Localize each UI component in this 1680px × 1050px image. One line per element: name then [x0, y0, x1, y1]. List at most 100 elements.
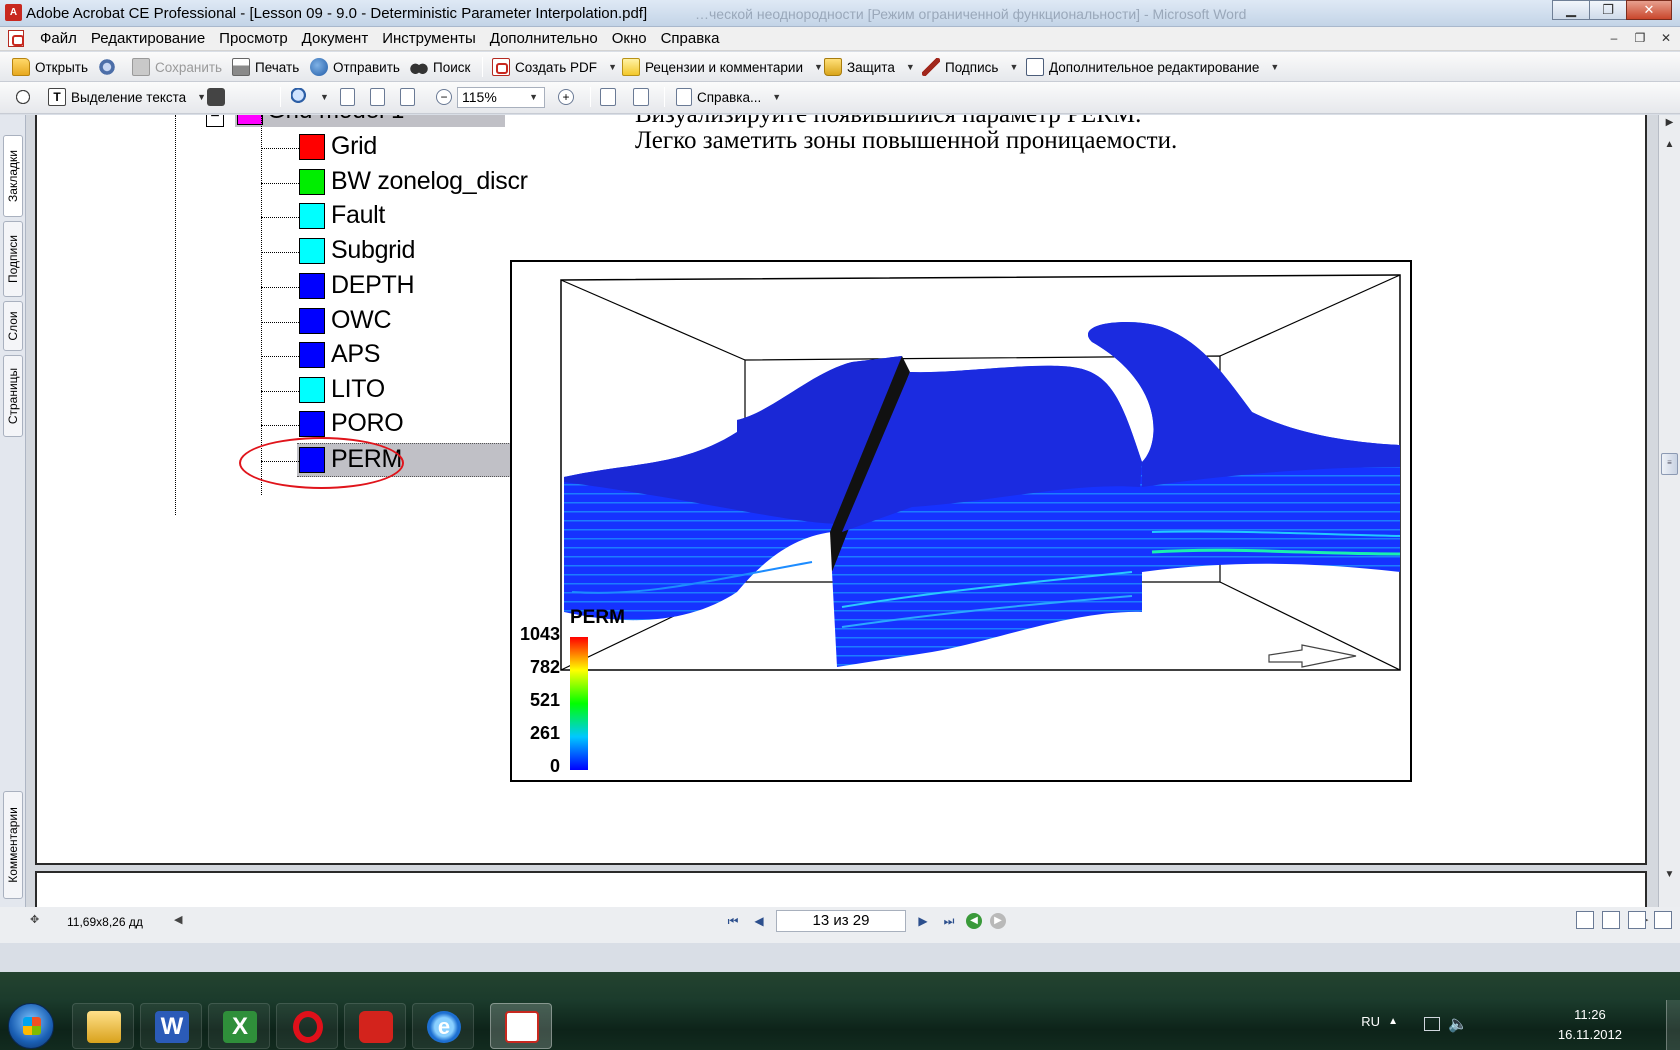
continuous-facing-icon[interactable]	[1654, 911, 1672, 929]
taskbar-pdf-tool[interactable]	[344, 1003, 406, 1049]
expand-icon[interactable]: ✥	[30, 913, 39, 926]
dropdown-arrow-icon[interactable]: ▼	[608, 62, 617, 72]
previous-page-icon[interactable]: ◀	[750, 912, 768, 930]
page-number-field[interactable]: 13 из 29	[776, 910, 906, 932]
dropdown-arrow-icon[interactable]: ▼	[906, 62, 915, 72]
menu-file[interactable]: Файл	[33, 31, 84, 47]
dropdown-arrow-icon[interactable]: ▼	[529, 88, 538, 107]
network-icon[interactable]	[1424, 1017, 1440, 1031]
menu-tools[interactable]: Инструменты	[375, 31, 483, 47]
organizer-button[interactable]	[98, 57, 116, 77]
menu-help[interactable]: Справка	[654, 31, 727, 47]
minimize-button[interactable]: ▁	[1552, 0, 1590, 20]
send-button[interactable]: Отправить	[310, 57, 400, 77]
menu-document[interactable]: Документ	[295, 31, 376, 47]
document-window-controls: – ❐ ✕	[1604, 29, 1676, 47]
zoom-in-button[interactable]: +	[558, 87, 574, 107]
show-hidden-icons-icon[interactable]: ▲	[1388, 1016, 1398, 1027]
dropdown-arrow-icon[interactable]: ▼	[772, 92, 781, 102]
tab-signatures[interactable]: Подписи	[3, 221, 23, 297]
taskbar-explorer[interactable]	[72, 1003, 134, 1049]
taskbar-internet-explorer[interactable]: e	[412, 1003, 474, 1049]
restore-button[interactable]: ❐	[1589, 0, 1627, 20]
menu-window[interactable]: Окно	[605, 31, 654, 47]
next-pdf-page[interactable]	[35, 871, 1647, 907]
dropdown-arrow-icon[interactable]: ▼	[1009, 62, 1018, 72]
sign-button[interactable]: Подпись ▼	[922, 57, 1018, 77]
zoom-tool-button[interactable]: ▼	[291, 87, 329, 107]
menu-advanced[interactable]: Дополнительно	[483, 31, 605, 47]
show-desktop-button[interactable]	[1666, 1000, 1680, 1050]
advanced-edit-icon	[1026, 58, 1044, 76]
pen-icon	[922, 58, 940, 76]
facing-page-icon[interactable]	[1628, 911, 1646, 929]
navigation-panel: Закладки Подписи Слои Страницы Комментар…	[0, 115, 26, 907]
advanced-edit-button[interactable]: Дополнительное редактирование ▼	[1026, 57, 1279, 77]
help-list-icon	[676, 88, 692, 106]
taskbar-acrobat[interactable]	[490, 1003, 552, 1049]
open-button[interactable]: Открыть	[12, 57, 88, 77]
next-page-icon[interactable]: ▶	[914, 912, 932, 930]
back-icon[interactable]: ◀	[966, 913, 982, 929]
dropdown-arrow-icon[interactable]: ▼	[197, 92, 206, 102]
document-icon[interactable]	[8, 30, 24, 47]
doc-close-button[interactable]: ✕	[1656, 29, 1676, 47]
collapse-icon[interactable]: −	[206, 115, 224, 127]
scroll-down-icon[interactable]: ▼	[1660, 869, 1679, 887]
menu-view[interactable]: Просмотр	[212, 31, 295, 47]
menu-bar: Файл Редактирование Просмотр Документ Ин…	[0, 27, 1680, 51]
doc-restore-button[interactable]: ❐	[1630, 29, 1650, 47]
toolbar-separator	[590, 87, 591, 107]
hand-tool-button[interactable]	[14, 87, 32, 107]
vertical-scrollbar[interactable]: ▶ ▲ ≡ ▼	[1658, 115, 1680, 907]
continuous-page-icon[interactable]	[1602, 911, 1620, 929]
review-comment-button[interactable]: Рецензии и комментарии ▼	[622, 57, 823, 77]
adobe-acrobat-icon[interactable]: A	[5, 4, 22, 21]
search-button[interactable]: Поиск	[410, 57, 470, 77]
fit-page-button[interactable]	[370, 87, 385, 107]
menu-edit[interactable]: Редактирование	[84, 31, 212, 47]
single-page-icon[interactable]	[1576, 911, 1594, 929]
snapshot-button[interactable]	[207, 87, 225, 107]
select-text-button[interactable]: T Выделение текста ▼	[48, 87, 206, 107]
print-button[interactable]: Печать	[232, 57, 299, 77]
last-page-icon[interactable]: ⏭	[940, 912, 958, 930]
split-arrow-icon[interactable]: ▶	[1660, 117, 1679, 135]
pages-button[interactable]	[633, 87, 649, 107]
dropdown-arrow-icon[interactable]: ▼	[814, 62, 823, 72]
zoom-level-field[interactable]: 115% ▼	[457, 87, 545, 108]
legend-title: PERM	[570, 607, 625, 628]
scroll-left-icon[interactable]: ◀	[174, 913, 182, 926]
taskbar-word[interactable]: W	[140, 1003, 202, 1049]
rotate-button[interactable]	[600, 87, 616, 107]
doc-minimize-button[interactable]: –	[1604, 29, 1624, 47]
start-button[interactable]	[8, 1003, 54, 1049]
document-viewport: − Grid model 1 Grid BW zonelog_discr Fau…	[26, 115, 1658, 907]
language-indicator[interactable]: RU	[1361, 1014, 1380, 1029]
forward-icon[interactable]: ▶	[990, 913, 1006, 929]
dropdown-arrow-icon[interactable]: ▼	[1270, 62, 1279, 72]
tab-comments[interactable]: Комментарии	[3, 791, 23, 899]
select-text-label: Выделение текста	[71, 89, 187, 105]
dropdown-arrow-icon[interactable]: ▼	[320, 92, 329, 102]
first-page-icon[interactable]: ⏮	[724, 912, 742, 930]
actual-size-button[interactable]	[340, 87, 355, 107]
pdf-page[interactable]: − Grid model 1 Grid BW zonelog_discr Fau…	[35, 115, 1647, 865]
zoom-level-value: 115%	[462, 89, 497, 105]
tab-layers[interactable]: Слои	[3, 301, 23, 351]
protect-button[interactable]: Защита ▼	[824, 57, 915, 77]
system-clock[interactable]: 11:26 16.11.2012	[1558, 1005, 1622, 1045]
scroll-thumb[interactable]: ≡	[1661, 453, 1678, 475]
taskbar-opera[interactable]	[276, 1003, 338, 1049]
help-button[interactable]: Справка... ▼	[676, 87, 781, 107]
fit-width-button[interactable]	[400, 87, 415, 107]
save-button[interactable]: Сохранить	[132, 57, 222, 77]
tab-bookmarks[interactable]: Закладки	[3, 135, 23, 217]
zoom-out-button[interactable]: −	[436, 87, 452, 107]
volume-icon[interactable]: 🔈	[1448, 1014, 1468, 1034]
close-button[interactable]: ✕	[1626, 0, 1672, 20]
tab-pages[interactable]: Страницы	[3, 355, 23, 437]
create-pdf-button[interactable]: Создать PDF ▼	[492, 57, 617, 77]
scroll-up-icon[interactable]: ▲	[1660, 139, 1679, 157]
taskbar-excel[interactable]: X	[208, 1003, 270, 1049]
